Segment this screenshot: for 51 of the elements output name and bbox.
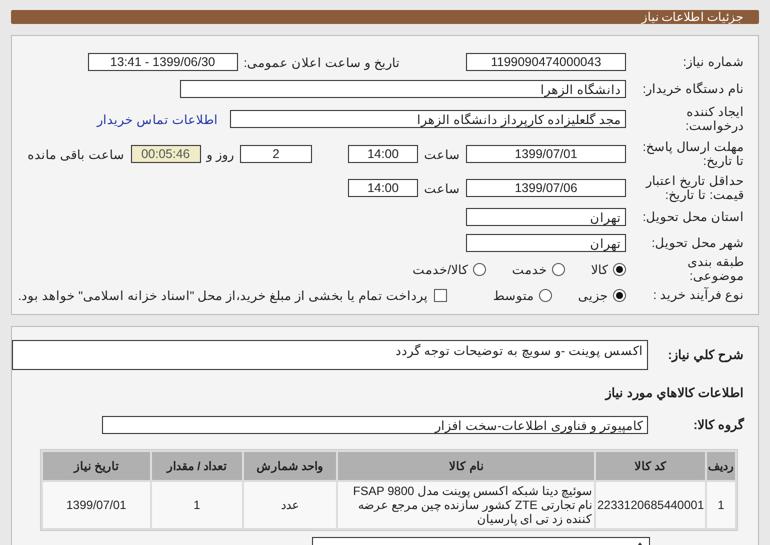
table-cell: 1	[707, 482, 735, 528]
label: ساعت باقی مانده	[28, 146, 125, 162]
table-cell: عدد	[244, 482, 336, 528]
creator-field: مجد گلعلیزاده کارپرداز دانشگاه الزهرا	[230, 110, 626, 128]
column-header: تاریخ نیاز	[43, 452, 150, 480]
label: گروه کالا:	[692, 418, 746, 432]
label: حداقل تاریخ اعتبار قیمت: تا تاریخ:	[644, 174, 745, 202]
time-field: 14:00	[348, 145, 418, 163]
section-title: اطلاعات کالاهاي مورد نياز	[606, 384, 745, 400]
label: ساعت	[424, 146, 460, 162]
label: ساعت	[424, 180, 460, 196]
label: ایجاد کننده درخواست:	[684, 105, 745, 133]
announce-date-field: 1399/06/30 - 13:41	[88, 53, 238, 71]
table-cell: سوئیچ دیتا شبکه اکسس پوینت مدل FSAP 9800 نام تجارتی ZTE کشور سازنده چین مرجع عرضه کننده زد تی ای پارسیان	[338, 482, 594, 528]
column-header: ردیف	[707, 452, 735, 480]
radio-option[interactable]: کالا	[591, 262, 626, 276]
days-field: 2	[240, 145, 312, 163]
label: استان محل تحویل:	[642, 210, 745, 224]
need-number-field: 1199090474000043	[466, 53, 626, 71]
column-header: کد کالا	[596, 452, 705, 480]
buyer-field: دانشگاه الزهرا	[180, 80, 626, 98]
column-header: تعداد / مقدار	[152, 452, 242, 480]
date-field: 1399/07/01	[466, 145, 626, 163]
remaining-time-field: 00:05:46	[130, 145, 201, 163]
contact-link[interactable]: اطلاعات تماس خریدار	[97, 112, 218, 126]
column-header: واحد شمارش	[244, 452, 336, 480]
radio-option[interactable]: متوسط	[493, 288, 552, 302]
province-field: تهران	[466, 208, 626, 226]
label: مهلت ارسال پاسخ: تا تاریخ:	[642, 140, 745, 168]
time-field: 14:00	[348, 179, 418, 197]
payment-note: پرداخت تمام یا بخشی از مبلغ خرید،از محل "اسناد خزانه اسلامی" خواهد بود.	[18, 288, 428, 302]
label: شهر محل تحویل:	[650, 236, 745, 250]
city-field: تهران	[466, 234, 626, 252]
table-cell: 1	[152, 482, 242, 528]
label: طبقه بندی موضوعی:	[686, 255, 745, 283]
description-field: اکسس پوینت -و سویچ به توضیحات توجه گردد	[12, 340, 648, 370]
label: شرح کلي نياز:	[666, 348, 745, 362]
label: شماره نیاز:	[682, 55, 745, 69]
column-header: نام کالا	[338, 452, 594, 480]
label: تاریخ و ساعت اعلان عمومی:	[244, 54, 400, 70]
label: نوع فرآیند خرید :	[652, 288, 745, 302]
date-field: 1399/07/06	[466, 179, 626, 197]
label: نام دستگاه خریدار:	[642, 82, 745, 96]
page-header: جزئیات اطلاعات نیاز	[11, 10, 759, 24]
table-cell: 1399/07/01	[43, 482, 150, 528]
goods-group-field: کامپیوتر و فناوری اطلاعات-سخت افزار	[102, 416, 648, 434]
radio-option[interactable]: جزیی	[578, 288, 626, 302]
radio-option[interactable]: کالا/خدمت	[412, 262, 486, 276]
table-cell: 2233120685440001	[596, 482, 705, 528]
label: روز و	[206, 146, 234, 162]
radio-option[interactable]: خدمت	[512, 262, 565, 276]
